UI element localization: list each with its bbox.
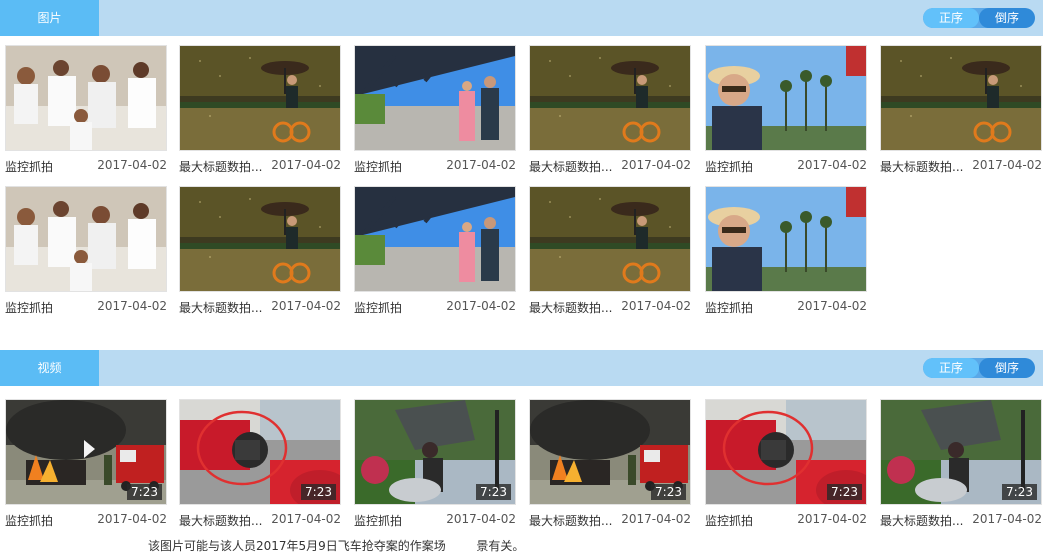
card-date: 2017-04-02 [271, 158, 341, 172]
thumbnail-scene [6, 187, 166, 291]
video-duration: 7:23 [127, 484, 162, 500]
videos-sort-desc-button[interactable]: 倒序 [979, 358, 1035, 378]
card-date: 2017-04-02 [97, 158, 167, 172]
play-icon[interactable] [84, 440, 95, 458]
card-caption: 监控抓拍 2017-04-02 [354, 158, 516, 174]
card-caption: 最大标题数拍... 2017-04-02 [179, 512, 341, 528]
image-thumbnail[interactable] [354, 186, 516, 292]
image-thumbnail[interactable] [880, 45, 1042, 151]
video-thumbnail[interactable]: 7:23 [5, 399, 167, 505]
card-date: 2017-04-02 [446, 158, 516, 172]
videos-sort-asc-button[interactable]: 正序 [923, 358, 979, 378]
card-caption: 最大标题数拍... 2017-04-02 [880, 158, 1042, 174]
card-caption: 最大标题数拍... 2017-04-02 [880, 512, 1042, 528]
card-title[interactable]: 监控抓拍 [705, 512, 753, 529]
images-tab[interactable]: 图片 [0, 0, 99, 36]
thumbnail-scene [881, 46, 1041, 150]
card-title[interactable]: 监控抓拍 [5, 158, 53, 175]
card-caption: 监控抓拍 2017-04-02 [705, 512, 867, 528]
videos-sort-toggle: 正序 倒序 [923, 358, 1035, 378]
image-thumbnail[interactable] [529, 45, 691, 151]
card-date: 2017-04-02 [797, 158, 867, 172]
images-sort-toggle: 正序 倒序 [923, 8, 1035, 28]
card-date: 2017-04-02 [797, 512, 867, 526]
images-sort-asc-button[interactable]: 正序 [923, 8, 979, 28]
card-date: 2017-04-02 [271, 299, 341, 313]
thumbnail-scene [180, 187, 340, 291]
videos-section-header: 视频 正序 倒序 [0, 350, 1043, 386]
card-title[interactable]: 监控抓拍 [5, 512, 53, 529]
card-caption: 监控抓拍 2017-04-02 [5, 299, 167, 315]
video-duration: 7:23 [301, 484, 336, 500]
image-thumbnail[interactable] [705, 186, 867, 292]
card-date: 2017-04-02 [621, 512, 691, 526]
video-thumbnail[interactable]: 7:23 [705, 399, 867, 505]
thumbnail-scene [706, 46, 866, 150]
card-title[interactable]: 最大标题数拍... [179, 158, 262, 175]
card-title[interactable]: 监控抓拍 [705, 299, 753, 316]
thumbnail-scene [355, 187, 515, 291]
card-title[interactable]: 监控抓拍 [354, 158, 402, 175]
card-date: 2017-04-02 [97, 512, 167, 526]
card-title[interactable]: 最大标题数拍... [179, 299, 262, 316]
card-date: 2017-04-02 [972, 158, 1042, 172]
image-thumbnail[interactable] [354, 45, 516, 151]
card-caption: 最大标题数拍... 2017-04-02 [529, 299, 691, 315]
card-caption: 最大标题数拍... 2017-04-02 [179, 299, 341, 315]
card-title[interactable]: 最大标题数拍... [529, 512, 612, 529]
video-duration: 7:23 [476, 484, 511, 500]
card-title[interactable]: 最大标题数拍... [880, 158, 963, 175]
image-thumbnail[interactable] [5, 45, 167, 151]
card-title[interactable]: 监控抓拍 [5, 299, 53, 316]
card-title[interactable]: 监控抓拍 [705, 158, 753, 175]
card-title[interactable]: 最大标题数拍... [880, 512, 963, 529]
thumbnail-scene [530, 187, 690, 291]
video-thumbnail[interactable]: 7:23 [880, 399, 1042, 505]
card-date: 2017-04-02 [446, 512, 516, 526]
video-duration: 7:23 [827, 484, 862, 500]
thumbnail-scene [355, 46, 515, 150]
image-thumbnail[interactable] [705, 45, 867, 151]
card-caption: 最大标题数拍... 2017-04-02 [179, 158, 341, 174]
video-thumbnail[interactable]: 7:23 [179, 399, 341, 505]
card-caption: 监控抓拍 2017-04-02 [705, 299, 867, 315]
video-duration: 7:23 [651, 484, 686, 500]
card-caption: 监控抓拍 2017-04-02 [5, 158, 167, 174]
card-date: 2017-04-02 [621, 299, 691, 313]
images-section-header: 图片 正序 倒序 [0, 0, 1043, 36]
image-thumbnail[interactable] [5, 186, 167, 292]
thumbnail-scene [6, 46, 166, 150]
card-date: 2017-04-02 [621, 158, 691, 172]
video-thumbnail[interactable]: 7:23 [529, 399, 691, 505]
video-thumbnail[interactable]: 7:23 [354, 399, 516, 505]
card-date: 2017-04-02 [797, 299, 867, 313]
card-date: 2017-04-02 [97, 299, 167, 313]
image-thumbnail[interactable] [529, 186, 691, 292]
card-caption: 监控抓拍 2017-04-02 [354, 299, 516, 315]
video-duration: 7:23 [1002, 484, 1037, 500]
card-title[interactable]: 监控抓拍 [354, 512, 402, 529]
thumbnail-scene [706, 187, 866, 291]
card-title[interactable]: 最大标题数拍... [179, 512, 262, 529]
card-title[interactable]: 最大标题数拍... [529, 299, 612, 316]
image-thumbnail[interactable] [179, 186, 341, 292]
card-caption: 监控抓拍 2017-04-02 [705, 158, 867, 174]
card-caption: 最大标题数拍... 2017-04-02 [529, 512, 691, 528]
card-date: 2017-04-02 [271, 512, 341, 526]
image-thumbnail[interactable] [179, 45, 341, 151]
card-date: 2017-04-02 [972, 512, 1042, 526]
videos-tab[interactable]: 视频 [0, 350, 99, 386]
footnote-text: 该图片可能与该人员2017年5月9日飞车抢夺案的作案场 景有关。 [148, 539, 525, 553]
images-sort-desc-button[interactable]: 倒序 [979, 8, 1035, 28]
card-date: 2017-04-02 [446, 299, 516, 313]
card-caption: 监控抓拍 2017-04-02 [354, 512, 516, 528]
card-caption: 最大标题数拍... 2017-04-02 [529, 158, 691, 174]
card-title[interactable]: 最大标题数拍... [529, 158, 612, 175]
card-caption: 监控抓拍 2017-04-02 [5, 512, 167, 528]
card-title[interactable]: 监控抓拍 [354, 299, 402, 316]
thumbnail-scene [180, 46, 340, 150]
thumbnail-scene [530, 46, 690, 150]
